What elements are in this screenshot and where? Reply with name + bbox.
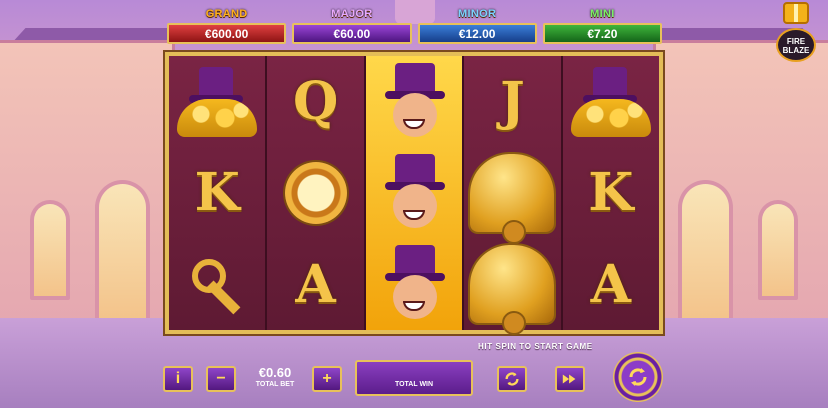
- reel-2-symbol-2: [267, 147, 363, 238]
- bell-icon: [470, 153, 555, 244]
- bell-icon: [470, 245, 555, 336]
- reel-1-symbol-3: [169, 239, 265, 330]
- reel-4-symbol-3: [464, 239, 560, 336]
- fire-blaze-logo: FIRE BLAZE: [776, 28, 816, 62]
- reel-5-symbol-3: A: [563, 239, 659, 330]
- reel-grid: K Q A J K A: [165, 52, 663, 336]
- reel-5: K A: [562, 56, 660, 330]
- right-window-small: [758, 200, 798, 300]
- reel-1-symbol-2: K: [169, 147, 265, 238]
- reel-5-symbol-2: K: [563, 147, 659, 238]
- plus-icon: +: [322, 370, 332, 387]
- reel-2-symbol-1: Q: [267, 56, 363, 147]
- jackpot-major-value: €60.00: [292, 23, 412, 44]
- reel-4-symbol-1: J: [464, 56, 560, 147]
- reel-5-symbol-1: [563, 56, 659, 147]
- reel-3-symbol-1: [366, 56, 462, 147]
- jackpot-minor: MINOR €12.00: [417, 8, 537, 50]
- autoplay-icon: [505, 372, 519, 386]
- total-win-display: TOTAL WIN: [355, 360, 473, 396]
- symbol-letter: A: [295, 253, 336, 315]
- jackpot-mini: MINI €7.20: [542, 8, 662, 50]
- jackpot-mini-value: €7.20: [542, 23, 662, 44]
- increase-bet-button[interactable]: +: [312, 366, 342, 392]
- wild-character-icon: [379, 153, 449, 232]
- spin-button[interactable]: [613, 352, 663, 402]
- reel-3-symbol-3: [366, 239, 462, 330]
- reel-1: K: [169, 56, 268, 330]
- reel-3-symbol-2: [366, 147, 462, 238]
- reel-4: J: [464, 56, 563, 336]
- total-bet-display: €0.60 TOTAL BET: [244, 365, 306, 388]
- gift-icon[interactable]: [783, 2, 809, 24]
- spin-icon: [629, 368, 647, 386]
- decrease-bet-button[interactable]: −: [206, 366, 236, 392]
- jackpot-minor-label: MINOR: [458, 8, 497, 20]
- game-logo[interactable]: FIRE BLAZE: [772, 2, 820, 62]
- jackpot-minor-value: €12.00: [417, 23, 537, 44]
- left-window: [95, 180, 150, 325]
- start-hint: HIT SPIN TO START GAME: [478, 342, 593, 351]
- pocket-watch-icon: [284, 161, 347, 224]
- jackpot-grand-label: GRAND: [205, 8, 248, 20]
- reel-2: Q A: [267, 56, 366, 330]
- symbol-letter: J: [500, 71, 525, 133]
- coin-pile-icon: [177, 66, 258, 137]
- left-window-small: [30, 200, 70, 300]
- jackpot-grand-value: €600.00: [167, 23, 287, 44]
- symbol-letter: K: [194, 162, 240, 224]
- jackpot-mini-label: MINI: [590, 8, 615, 20]
- autoplay-button[interactable]: [497, 366, 527, 392]
- symbol-letter: Q: [292, 71, 339, 133]
- symbol-letter: A: [590, 253, 631, 315]
- jackpot-bar: GRAND €600.00 MAJOR €60.00 MINOR €12.00 …: [167, 8, 662, 50]
- symbol-letter: K: [588, 162, 634, 224]
- turbo-button[interactable]: [555, 366, 585, 392]
- reel-3: [365, 56, 465, 330]
- minus-icon: −: [216, 370, 226, 387]
- total-win-label: TOTAL WIN: [394, 381, 434, 388]
- jackpot-grand: GRAND €600.00: [167, 8, 287, 50]
- info-icon: i: [175, 370, 181, 387]
- reel-1-symbol-1: [169, 56, 265, 147]
- fast-forward-icon: [562, 374, 576, 384]
- reel-4-symbol-2: [464, 147, 560, 244]
- bet-label: TOTAL BET: [255, 381, 295, 388]
- right-window: [678, 180, 733, 325]
- info-button[interactable]: i: [163, 366, 193, 392]
- bet-value: €0.60: [258, 365, 292, 380]
- wild-character-icon: [379, 245, 449, 323]
- reel-2-symbol-3: A: [267, 239, 363, 330]
- logo-line-2: BLAZE: [782, 46, 810, 55]
- jackpot-major-label: MAJOR: [331, 8, 373, 20]
- wild-character-icon: [379, 62, 449, 141]
- coin-pile-icon: [570, 66, 651, 137]
- logo-line-1: FIRE: [786, 37, 806, 46]
- key-icon: [188, 255, 246, 313]
- jackpot-major: MAJOR €60.00: [292, 8, 412, 50]
